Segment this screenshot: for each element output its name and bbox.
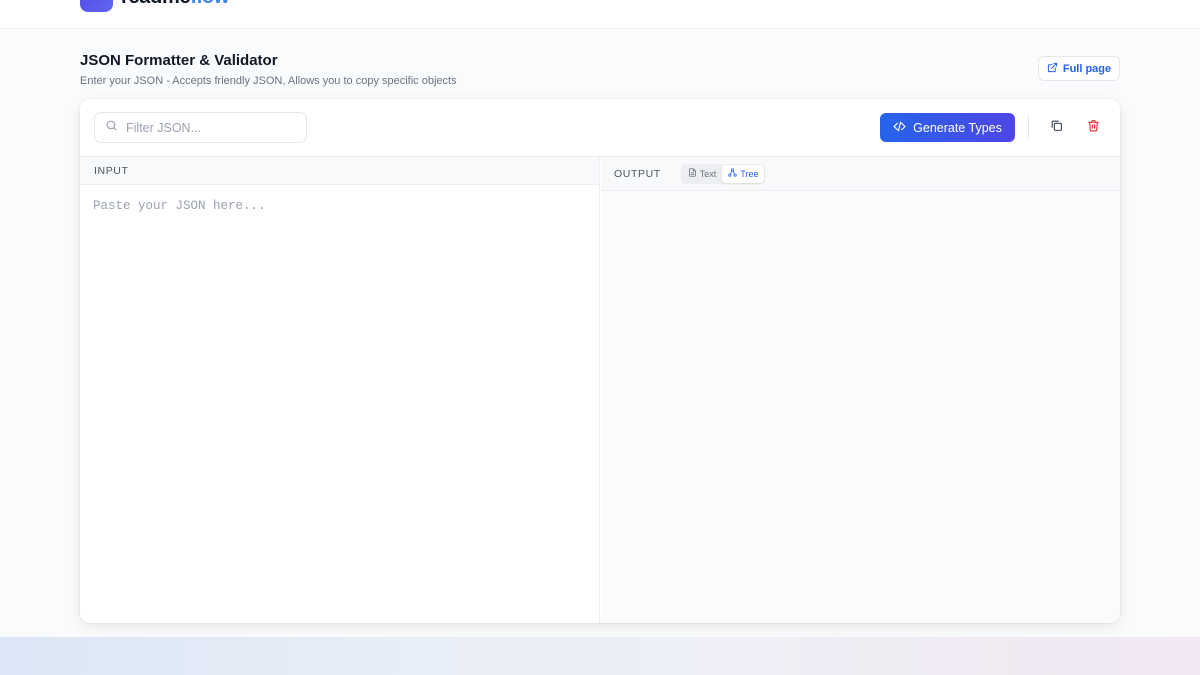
toolbar: Generate Types <box>80 99 1120 157</box>
full-page-button[interactable]: Full page <box>1038 56 1120 81</box>
file-text-icon <box>688 168 697 179</box>
view-mode-toggle: Text Tree <box>680 163 766 184</box>
generate-types-button[interactable]: Generate Types <box>880 113 1015 142</box>
copy-button[interactable] <box>1046 118 1066 138</box>
page-subtitle: Enter your JSON - Accepts friendly JSON,… <box>80 75 457 87</box>
view-mode-tree[interactable]: Tree <box>722 164 765 183</box>
toolbar-divider <box>1028 116 1029 139</box>
search-icon <box>105 119 118 137</box>
view-mode-text[interactable]: Text <box>682 165 723 183</box>
brand-name-part1: readme <box>121 0 191 8</box>
output-pane-header: OUTPUT Text Tree <box>601 157 1120 191</box>
page-title: JSON Formatter & Validator <box>80 52 278 69</box>
input-pane: INPUT <box>80 157 600 623</box>
brand-name-part2: flow <box>190 0 229 8</box>
search-box[interactable] <box>94 112 307 143</box>
output-pane: OUTPUT Text Tree <box>601 157 1120 623</box>
input-pane-header: INPUT <box>80 157 599 185</box>
json-input-textarea[interactable] <box>80 185 599 623</box>
external-link-icon <box>1047 62 1058 76</box>
json-formatter-card: Generate Types <box>80 99 1120 623</box>
copy-icon <box>1050 119 1063 137</box>
clear-button[interactable] <box>1083 118 1103 138</box>
brand-logo[interactable] <box>80 0 113 12</box>
top-navigation: readmeflow <box>0 0 1200 29</box>
view-mode-tree-label: Tree <box>740 168 759 179</box>
tree-icon <box>728 168 737 179</box>
trash-icon <box>1087 119 1100 137</box>
footer-gradient-band <box>0 637 1200 675</box>
input-label: INPUT <box>94 164 129 177</box>
filter-json-input[interactable] <box>126 120 296 135</box>
view-mode-text-label: Text <box>699 168 717 179</box>
brand-name[interactable]: readmeflow <box>121 0 229 9</box>
output-label: OUTPUT <box>614 167 661 180</box>
full-page-label: Full page <box>1062 62 1112 75</box>
code-icon <box>893 120 906 136</box>
generate-types-label: Generate Types <box>913 120 1002 135</box>
